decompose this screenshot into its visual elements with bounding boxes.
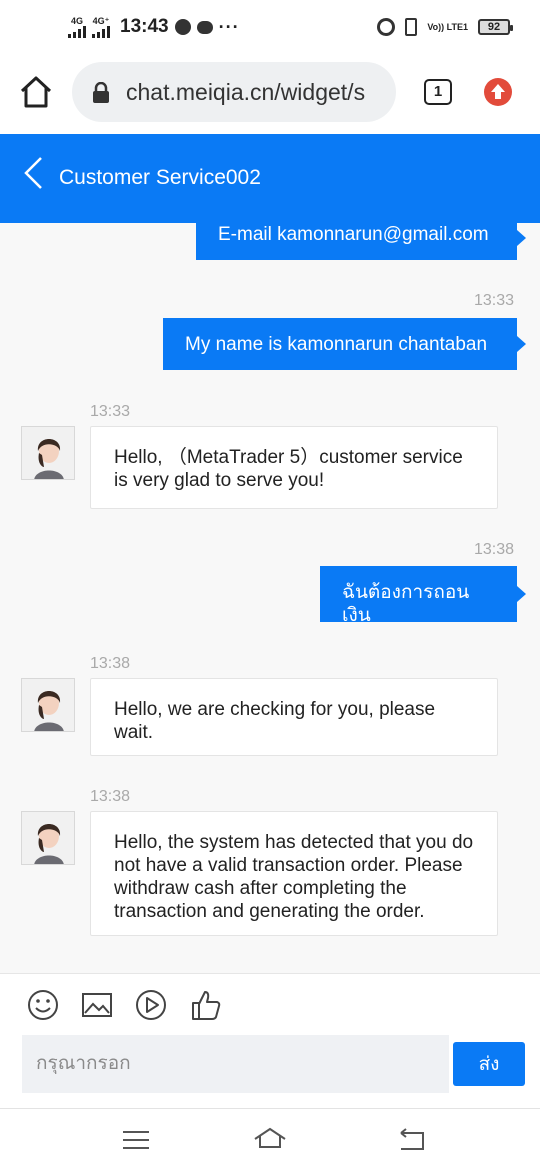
send-button[interactable]: ส่ง: [453, 1042, 525, 1086]
video-icon[interactable]: [134, 988, 168, 1022]
image-icon[interactable]: [80, 988, 114, 1022]
message-timestamp: 13:33: [90, 403, 131, 420]
back-chevron-icon[interactable]: [22, 156, 44, 190]
battery-icon: 92: [478, 19, 513, 35]
message-text: Hello, we are checking for you, please w…: [114, 699, 436, 743]
update-icon[interactable]: [484, 78, 512, 106]
volte-icon: Vo)) LTE1: [427, 21, 468, 32]
system-nav-bar: [0, 1108, 540, 1170]
incoming-message: Hello, we are checking for you, please w…: [90, 678, 498, 756]
browser-toolbar: chat.meiqia.cn/widget/s 1: [0, 60, 540, 134]
home-icon[interactable]: [18, 74, 54, 110]
message-timestamp: 13:38: [90, 788, 131, 805]
outgoing-message: My name is kamonnarun chantaban: [163, 318, 526, 370]
message-text: Hello, （MetaTrader 5）customer service is…: [114, 447, 463, 491]
message-timestamp: 13:33: [474, 292, 515, 309]
line-app-icon: [174, 19, 191, 35]
chat-messages[interactable]: E-mail kamonnarun@gmail.com 13:33 My nam…: [0, 223, 540, 973]
lock-icon: [92, 81, 110, 109]
chat-title: Customer Service002: [59, 166, 261, 189]
message-timestamp: 13:38: [474, 541, 515, 558]
tab-switcher-button[interactable]: 1: [424, 79, 452, 105]
sim1-label: 4G: [70, 15, 83, 26]
status-bar: 4G 4G⁺ 13:43 ··· Vo)) LTE1 92: [0, 0, 540, 60]
agent-avatar: [21, 811, 75, 865]
incoming-message: Hello, （MetaTrader 5）customer service is…: [90, 426, 498, 509]
vibrate-icon: [405, 18, 418, 36]
back-nav-icon[interactable]: [395, 1123, 429, 1157]
address-bar[interactable]: chat.meiqia.cn/widget/s: [72, 62, 396, 122]
chat-header: Customer Service002: [0, 134, 540, 223]
message-text: ฉันต้องการถอนเงิน: [342, 582, 470, 626]
message-notification-icon: [196, 20, 213, 34]
message-text: My name is kamonnarun chantaban: [185, 334, 488, 355]
more-notifications-icon: ···: [218, 16, 240, 37]
emoji-icon[interactable]: [26, 988, 60, 1022]
signal-sim1-icon: 4G: [68, 15, 86, 38]
clock: 13:43: [120, 16, 169, 37]
signal-sim2-icon: 4G⁺: [92, 15, 110, 38]
composer: ส่ง: [0, 973, 540, 1108]
url-text: chat.meiqia.cn/widget/s: [126, 79, 366, 105]
sim2-label: 4G⁺: [92, 15, 110, 26]
message-timestamp: 13:38: [90, 655, 131, 672]
outgoing-message: E-mail kamonnarun@gmail.com: [196, 223, 526, 260]
incoming-message: Hello, the system has detected that you …: [90, 811, 498, 936]
thumbs-up-icon[interactable]: [189, 988, 223, 1022]
message-text: E-mail kamonnarun@gmail.com: [218, 224, 489, 245]
agent-avatar: [21, 678, 75, 732]
alarm-icon: [377, 18, 396, 36]
outgoing-message: ฉันต้องการถอนเงิน: [320, 566, 526, 626]
menu-icon[interactable]: [119, 1123, 153, 1157]
agent-avatar: [21, 426, 75, 480]
home-nav-icon[interactable]: [253, 1123, 287, 1157]
message-input[interactable]: [22, 1035, 449, 1093]
message-text: Hello, the system has detected that you …: [114, 832, 474, 922]
